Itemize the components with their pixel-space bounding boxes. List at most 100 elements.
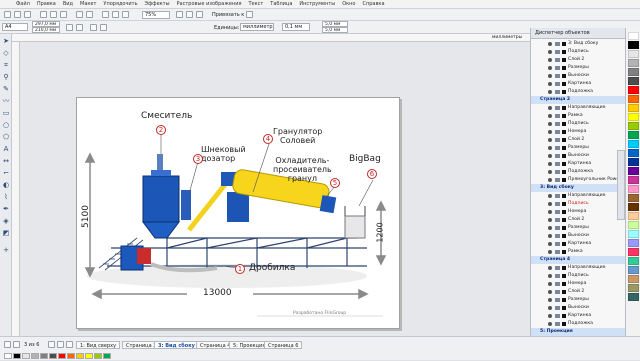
- color-swatch[interactable]: [628, 32, 639, 40]
- docker-tab[interactable]: [617, 150, 625, 220]
- visibility-icon[interactable]: [548, 306, 552, 310]
- color-swatch[interactable]: [628, 194, 639, 202]
- color-swatch[interactable]: [628, 50, 639, 58]
- printer-icon[interactable]: [555, 290, 560, 294]
- page-tab[interactable]: Страница 6: [264, 341, 303, 349]
- layer-row[interactable]: Подложка: [531, 168, 626, 176]
- printer-icon[interactable]: [555, 202, 560, 206]
- landscape-icon[interactable]: [76, 24, 83, 31]
- layer-row[interactable]: Направляющие: [531, 264, 626, 272]
- menu-item[interactable]: Эффекты: [145, 1, 170, 7]
- printer-icon[interactable]: [555, 218, 560, 222]
- layer-row[interactable]: Картинка: [531, 80, 626, 88]
- printer-icon[interactable]: [555, 178, 560, 182]
- fill-tool-icon[interactable]: ◈: [2, 217, 10, 225]
- layer-row[interactable]: Рамка: [531, 248, 626, 256]
- visibility-icon[interactable]: [548, 154, 552, 158]
- visibility-icon[interactable]: [548, 90, 552, 94]
- layer-row[interactable]: Размеры: [531, 296, 626, 304]
- freehand-tool-icon[interactable]: ✎: [2, 85, 10, 93]
- menu-item[interactable]: Правка: [37, 1, 56, 7]
- dimension-tool-icon[interactable]: ↔: [2, 157, 10, 165]
- layer-row[interactable]: Номера: [531, 208, 626, 216]
- copy-icon[interactable]: [50, 11, 57, 18]
- printer-icon[interactable]: [555, 210, 560, 214]
- export-icon[interactable]: [112, 11, 119, 18]
- color-swatch[interactable]: [628, 185, 639, 193]
- color-swatch[interactable]: [628, 68, 639, 76]
- visibility-icon[interactable]: [548, 138, 552, 142]
- visibility-icon[interactable]: [548, 122, 552, 126]
- printer-icon[interactable]: [555, 58, 560, 62]
- printer-icon[interactable]: [555, 306, 560, 310]
- grid-icon[interactable]: [196, 11, 203, 18]
- color-swatch[interactable]: [628, 275, 639, 283]
- snap-label[interactable]: Привязать к: [212, 12, 244, 18]
- printer-icon[interactable]: [555, 170, 560, 174]
- new-document-icon[interactable]: [4, 11, 11, 18]
- visibility-icon[interactable]: [548, 50, 552, 54]
- all-pages-icon[interactable]: [90, 24, 97, 31]
- document-color-swatch[interactable]: [76, 353, 84, 359]
- visibility-icon[interactable]: [548, 298, 552, 302]
- layer-row[interactable]: Номера: [531, 128, 626, 136]
- page-node[interactable]: Страница 2: [531, 96, 626, 104]
- printer-icon[interactable]: [555, 82, 560, 86]
- layer-row[interactable]: 3: Вид сбоку: [531, 40, 626, 48]
- printer-icon[interactable]: [555, 194, 560, 198]
- printer-icon[interactable]: [555, 146, 560, 150]
- layer-row[interactable]: Слой 2: [531, 136, 626, 144]
- color-swatch[interactable]: [628, 266, 639, 274]
- rulers-icon[interactable]: [186, 11, 193, 18]
- color-swatch[interactable]: [628, 167, 639, 175]
- printer-icon[interactable]: [555, 314, 560, 318]
- menu-item[interactable]: Таблица: [270, 1, 292, 7]
- color-swatch[interactable]: [628, 41, 639, 49]
- visibility-icon[interactable]: [548, 114, 552, 118]
- layer-row[interactable]: Размеры: [531, 144, 626, 152]
- visibility-icon[interactable]: [548, 274, 552, 278]
- layer-row[interactable]: Слой 2: [531, 216, 626, 224]
- page-node[interactable]: Страница 4: [531, 256, 626, 264]
- page-tab[interactable]: 3: Вид сбоку: [154, 341, 199, 349]
- color-swatch[interactable]: [628, 95, 639, 103]
- full-screen-icon[interactable]: [176, 11, 183, 18]
- document-color-swatch[interactable]: [31, 353, 39, 359]
- layer-row[interactable]: Рамка: [531, 112, 626, 120]
- undo-icon[interactable]: [76, 11, 83, 18]
- document-color-swatch[interactable]: [40, 353, 48, 359]
- printer-icon[interactable]: [555, 138, 560, 142]
- visibility-icon[interactable]: [548, 178, 552, 182]
- document-color-swatch[interactable]: [103, 353, 111, 359]
- color-swatch[interactable]: [628, 140, 639, 148]
- color-swatch[interactable]: [628, 203, 639, 211]
- interactive-tool-icon[interactable]: ◐: [2, 181, 10, 189]
- vertical-ruler[interactable]: [12, 42, 20, 336]
- printer-icon[interactable]: [555, 250, 560, 254]
- visibility-icon[interactable]: [548, 170, 552, 174]
- layer-row[interactable]: Направляющие: [531, 104, 626, 112]
- zoom-tool-icon[interactable]: ⚲: [2, 73, 10, 81]
- save-icon[interactable]: [24, 11, 31, 18]
- layer-row[interactable]: Подложка: [531, 88, 626, 96]
- color-swatch[interactable]: [628, 284, 639, 292]
- printer-icon[interactable]: [555, 106, 560, 110]
- menu-item[interactable]: Вид: [63, 1, 73, 7]
- visibility-icon[interactable]: [548, 202, 552, 206]
- printer-icon[interactable]: [555, 322, 560, 326]
- printer-icon[interactable]: [555, 266, 560, 270]
- portrait-icon[interactable]: [66, 24, 73, 31]
- publish-pdf-icon[interactable]: [122, 11, 129, 18]
- previous-page-icon[interactable]: [13, 341, 20, 348]
- menu-item[interactable]: Растровые изображения: [177, 1, 242, 7]
- color-swatch[interactable]: [628, 293, 639, 301]
- printer-icon[interactable]: [555, 114, 560, 118]
- color-swatch[interactable]: [628, 104, 639, 112]
- menu-item[interactable]: Файл: [16, 1, 30, 7]
- visibility-icon[interactable]: [548, 242, 552, 246]
- visibility-icon[interactable]: [548, 314, 552, 318]
- printer-icon[interactable]: [555, 298, 560, 302]
- color-swatch[interactable]: [628, 257, 639, 265]
- color-swatch[interactable]: [628, 77, 639, 85]
- document-color-swatch[interactable]: [94, 353, 102, 359]
